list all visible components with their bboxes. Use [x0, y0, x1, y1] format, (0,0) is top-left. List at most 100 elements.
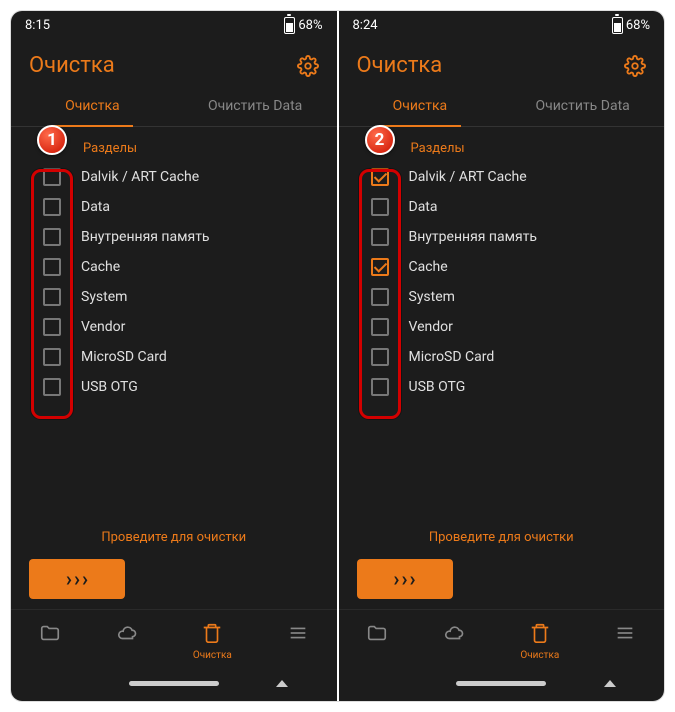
checkbox[interactable]: [371, 288, 389, 306]
nav-clean-label: Очистка: [193, 650, 232, 661]
nav-files[interactable]: [39, 622, 61, 648]
system-nav: [339, 669, 665, 701]
list-item[interactable]: Vendor: [339, 312, 665, 342]
nav-clean[interactable]: Очистка: [520, 622, 559, 661]
list-item[interactable]: Cache: [11, 252, 337, 282]
list-item-label: Cache: [409, 259, 448, 275]
battery-icon: [284, 17, 295, 34]
chevron-right-icon: ›: [393, 567, 399, 591]
checkbox[interactable]: [43, 378, 61, 396]
tab-clear-data[interactable]: Очистить Data: [174, 86, 337, 126]
gear-icon: [297, 62, 319, 81]
tabs: Очистка Очистить Data: [11, 86, 337, 127]
list-item-label: Внутренняя память: [409, 229, 538, 245]
swipe-area: Проведите для очистки › › ›: [339, 530, 665, 609]
menu-icon: [614, 622, 636, 648]
list-item[interactable]: USB OTG: [11, 372, 337, 402]
folder-icon: [366, 622, 388, 648]
swipe-button[interactable]: › › ›: [357, 559, 453, 599]
checkbox[interactable]: [43, 198, 61, 216]
page-title: Очистка: [357, 53, 443, 78]
tab-clean[interactable]: Очистка: [339, 86, 502, 126]
checkbox[interactable]: [371, 198, 389, 216]
recent-apps-icon[interactable]: [604, 680, 616, 687]
nav-menu[interactable]: [614, 622, 636, 648]
list-item[interactable]: Dalvik / ART Cache: [11, 162, 337, 192]
cloud-icon: [116, 622, 138, 648]
status-bar: 8:24 68%: [339, 11, 665, 39]
partition-list: Dalvik / ART Cache Data Внутренняя память C…: [11, 162, 337, 402]
checkbox[interactable]: [371, 168, 389, 186]
list-item-label: Dalvik / ART Cache: [81, 169, 199, 185]
home-pill[interactable]: [456, 681, 546, 686]
checkbox[interactable]: [371, 318, 389, 336]
header: Очистка: [339, 39, 665, 86]
checkbox[interactable]: [371, 228, 389, 246]
section-label: Разделы: [11, 127, 337, 162]
gear-icon: [624, 62, 646, 81]
nav-menu[interactable]: [287, 622, 309, 648]
trash-icon: [529, 622, 551, 648]
list-item[interactable]: System: [11, 282, 337, 312]
status-right: 68%: [284, 17, 322, 34]
list-item-label: USB OTG: [409, 379, 466, 395]
chevron-right-icon: ›: [66, 567, 72, 591]
nav-clean[interactable]: Очистка: [193, 622, 232, 661]
settings-button[interactable]: [297, 55, 319, 77]
folder-icon: [39, 622, 61, 648]
list-item[interactable]: Внутренняя память: [11, 222, 337, 252]
list-item[interactable]: Data: [339, 192, 665, 222]
chevron-right-icon: ›: [74, 567, 80, 591]
list-item[interactable]: Data: [11, 192, 337, 222]
swipe-label: Проведите для очистки: [29, 530, 319, 545]
list-item-label: System: [81, 289, 127, 305]
settings-button[interactable]: [624, 55, 646, 77]
list-item-label: Data: [409, 199, 438, 215]
checkbox[interactable]: [371, 348, 389, 366]
home-pill[interactable]: [129, 681, 219, 686]
cloud-icon: [443, 622, 465, 648]
swipe-button[interactable]: › › ›: [29, 559, 125, 599]
list-item[interactable]: Vendor: [11, 312, 337, 342]
list-item[interactable]: System: [339, 282, 665, 312]
list-item[interactable]: MicroSD Card: [339, 342, 665, 372]
status-time: 8:15: [25, 18, 50, 33]
checkbox[interactable]: [43, 168, 61, 186]
list-item[interactable]: Внутренняя память: [339, 222, 665, 252]
nav-cloud[interactable]: [116, 622, 138, 648]
battery-pct: 68%: [298, 18, 322, 33]
list-item-label: MicroSD Card: [81, 349, 167, 365]
checkbox[interactable]: [43, 318, 61, 336]
tab-clean[interactable]: Очистка: [11, 86, 174, 126]
swipe-area: Проведите для очистки › › ›: [11, 530, 337, 609]
list-item-label: Vendor: [409, 319, 453, 335]
list-item[interactable]: Cache: [339, 252, 665, 282]
checkbox[interactable]: [43, 288, 61, 306]
page-title: Очистка: [29, 53, 115, 78]
list-item-label: Внутренняя память: [81, 229, 210, 245]
checkbox[interactable]: [43, 228, 61, 246]
nav-cloud[interactable]: [443, 622, 465, 648]
list-item-label: System: [409, 289, 455, 305]
tabs: Очистка Очистить Data: [339, 86, 665, 127]
list-item-label: Data: [81, 199, 110, 215]
system-nav: [11, 669, 337, 701]
checkbox[interactable]: [371, 258, 389, 276]
list-item[interactable]: Dalvik / ART Cache: [339, 162, 665, 192]
chevron-right-icon: ›: [410, 567, 416, 591]
partition-list: Dalvik / ART Cache Data Внутренняя память C…: [339, 162, 665, 402]
list-item-label: USB OTG: [81, 379, 138, 395]
list-item[interactable]: MicroSD Card: [11, 342, 337, 372]
recent-apps-icon[interactable]: [276, 680, 288, 687]
tab-clear-data[interactable]: Очистить Data: [501, 86, 664, 126]
list-item[interactable]: USB OTG: [339, 372, 665, 402]
checkbox[interactable]: [371, 378, 389, 396]
swipe-label: Проведите для очистки: [357, 530, 647, 545]
bottom-nav: Очистка: [11, 609, 337, 669]
chevron-right-icon: ›: [401, 567, 407, 591]
nav-files[interactable]: [366, 622, 388, 648]
nav-clean-label: Очистка: [520, 650, 559, 661]
checkbox[interactable]: [43, 348, 61, 366]
checkbox[interactable]: [43, 258, 61, 276]
bottom-nav: Очистка: [339, 609, 665, 669]
